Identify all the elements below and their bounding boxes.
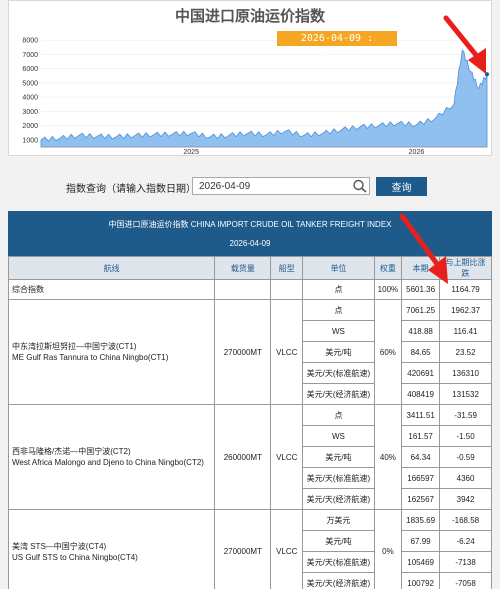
unit-cell: 美元/吨: [302, 530, 375, 552]
table-row: 西非马隆格/杰诺—中国宁波(CT2) West Africa Malongo a…: [7, 404, 492, 510]
query-button[interactable]: 查询: [376, 177, 427, 196]
change-cell: -7138: [439, 551, 492, 573]
composite-unit: 点: [302, 279, 375, 300]
current-cell: 105469: [401, 551, 441, 573]
change-cell: 116.41: [439, 320, 492, 342]
y-tick-label: 7000: [22, 52, 38, 59]
magnifier-icon[interactable]: [352, 179, 368, 193]
current-cell: 100792: [401, 572, 441, 589]
weight-ct4: 0%: [373, 509, 403, 589]
unit-cell: 美元/天(标准航速): [302, 362, 375, 384]
freight-index-table: 航线 载货量 船型 单位 权重 本期 与上期比涨跌 综合指数 点 100% 56…: [7, 256, 492, 589]
current-cell: 420691: [401, 362, 441, 384]
current-cell: 67.99: [401, 530, 441, 552]
ship-ct1: VLCC: [270, 299, 304, 405]
unit-cell: 美元/吨: [302, 341, 375, 363]
col-header-route: 航线: [7, 256, 216, 280]
y-tick-label: 3000: [22, 109, 38, 116]
red-arrow-icon: [443, 15, 486, 74]
current-cell: 408419: [401, 383, 441, 405]
unit-cell: WS: [302, 320, 375, 342]
y-tick-label: 8000: [22, 38, 38, 45]
weight-ct1: 60%: [373, 299, 403, 405]
change-cell: -1.50: [439, 425, 492, 447]
cargo-ct2: 260000MT: [214, 404, 272, 510]
route-name-ct2: 西非马隆格/杰诺—中国宁波(CT2) West Africa Malongo a…: [7, 404, 216, 510]
current-cell: 162567: [401, 488, 441, 510]
current-cell: 1835.69: [401, 509, 441, 531]
current-cell: 64.34: [401, 446, 441, 468]
route-name-ct1: 中东湾拉斯坦努拉—中国宁波(CT1) ME Gulf Ras Tannura t…: [7, 299, 216, 405]
change-cell: -31.59: [439, 404, 492, 426]
y-tick-label: 6000: [22, 66, 38, 73]
index-query-bar: 指数查询（请输入指数日期）: 查询: [0, 177, 500, 197]
current-cell: 7061.25: [401, 299, 441, 321]
query-label: 指数查询（请输入指数日期）:: [66, 184, 199, 195]
current-cell: 84.65: [401, 341, 441, 363]
date-input[interactable]: [192, 177, 370, 195]
current-cell: 161.57: [401, 425, 441, 447]
change-cell: 23.52: [439, 341, 492, 363]
change-cell: 136310: [439, 362, 492, 384]
unit-cell: 美元/天(标准航速): [302, 551, 375, 573]
composite-label: 综合指数: [7, 279, 216, 300]
unit-cell: 美元/天(经济航速): [302, 383, 375, 405]
red-arrow-icon: [399, 213, 448, 284]
unit-cell: 美元/天(经济航速): [302, 572, 375, 589]
unit-cell: 点: [302, 299, 375, 321]
change-cell: 1962.37: [439, 299, 492, 321]
chart-tooltip: 2026-04-09 : 5601.36: [277, 31, 397, 59]
unit-cell: 美元/天(标准航速): [302, 467, 375, 489]
current-cell: 166597: [401, 467, 441, 489]
unit-cell: 万美元: [302, 509, 375, 531]
change-cell: -7058: [439, 572, 492, 589]
change-cell: -6.24: [439, 530, 492, 552]
cargo-ct4: 270000MT: [214, 509, 272, 589]
col-header-unit: 单位: [302, 256, 375, 280]
current-cell: 418.88: [401, 320, 441, 342]
table-row: 美湾 STS—中国宁波(CT4) US Gulf STS to China Ni…: [7, 509, 492, 589]
cargo-ct1: 270000MT: [214, 299, 272, 405]
series-area: [40, 49, 488, 148]
unit-cell: WS: [302, 425, 375, 447]
current-cell: 3411.51: [401, 404, 441, 426]
route-name-ct4: 美湾 STS—中国宁波(CT4) US Gulf STS to China Ni…: [7, 509, 216, 589]
ship-ct4: VLCC: [270, 509, 304, 589]
weight-ct2: 40%: [373, 404, 403, 510]
col-header-cargo: 载货量: [214, 256, 272, 280]
x-tick-label: 2025: [183, 149, 199, 156]
index-chart-panel: 8000 7000 6000 5000 4000 3000 2000 1000 2025 2026…: [8, 0, 492, 156]
y-tick-label: 2000: [22, 123, 38, 130]
ship-ct2: VLCC: [270, 404, 304, 510]
change-cell: 131532: [439, 383, 492, 405]
y-tick-label: 5000: [22, 80, 38, 87]
y-tick-label: 1000: [22, 137, 38, 144]
unit-cell: 美元/天(经济航速): [302, 488, 375, 510]
table-row: 中东湾拉斯坦努拉—中国宁波(CT1) ME Gulf Ras Tannura t…: [7, 299, 492, 405]
y-tick-label: 4000: [22, 95, 38, 102]
x-tick-label: 2026: [409, 149, 425, 156]
unit-cell: 美元/吨: [302, 446, 375, 468]
change-cell: 4360: [439, 467, 492, 489]
change-cell: -168.58: [439, 509, 492, 531]
unit-cell: 点: [302, 404, 375, 426]
col-header-ship: 船型: [270, 256, 304, 280]
change-cell: 3942: [439, 488, 492, 510]
chart-title: 中国进口原油运价指数: [174, 7, 325, 25]
change-cell: -0.59: [439, 446, 492, 468]
